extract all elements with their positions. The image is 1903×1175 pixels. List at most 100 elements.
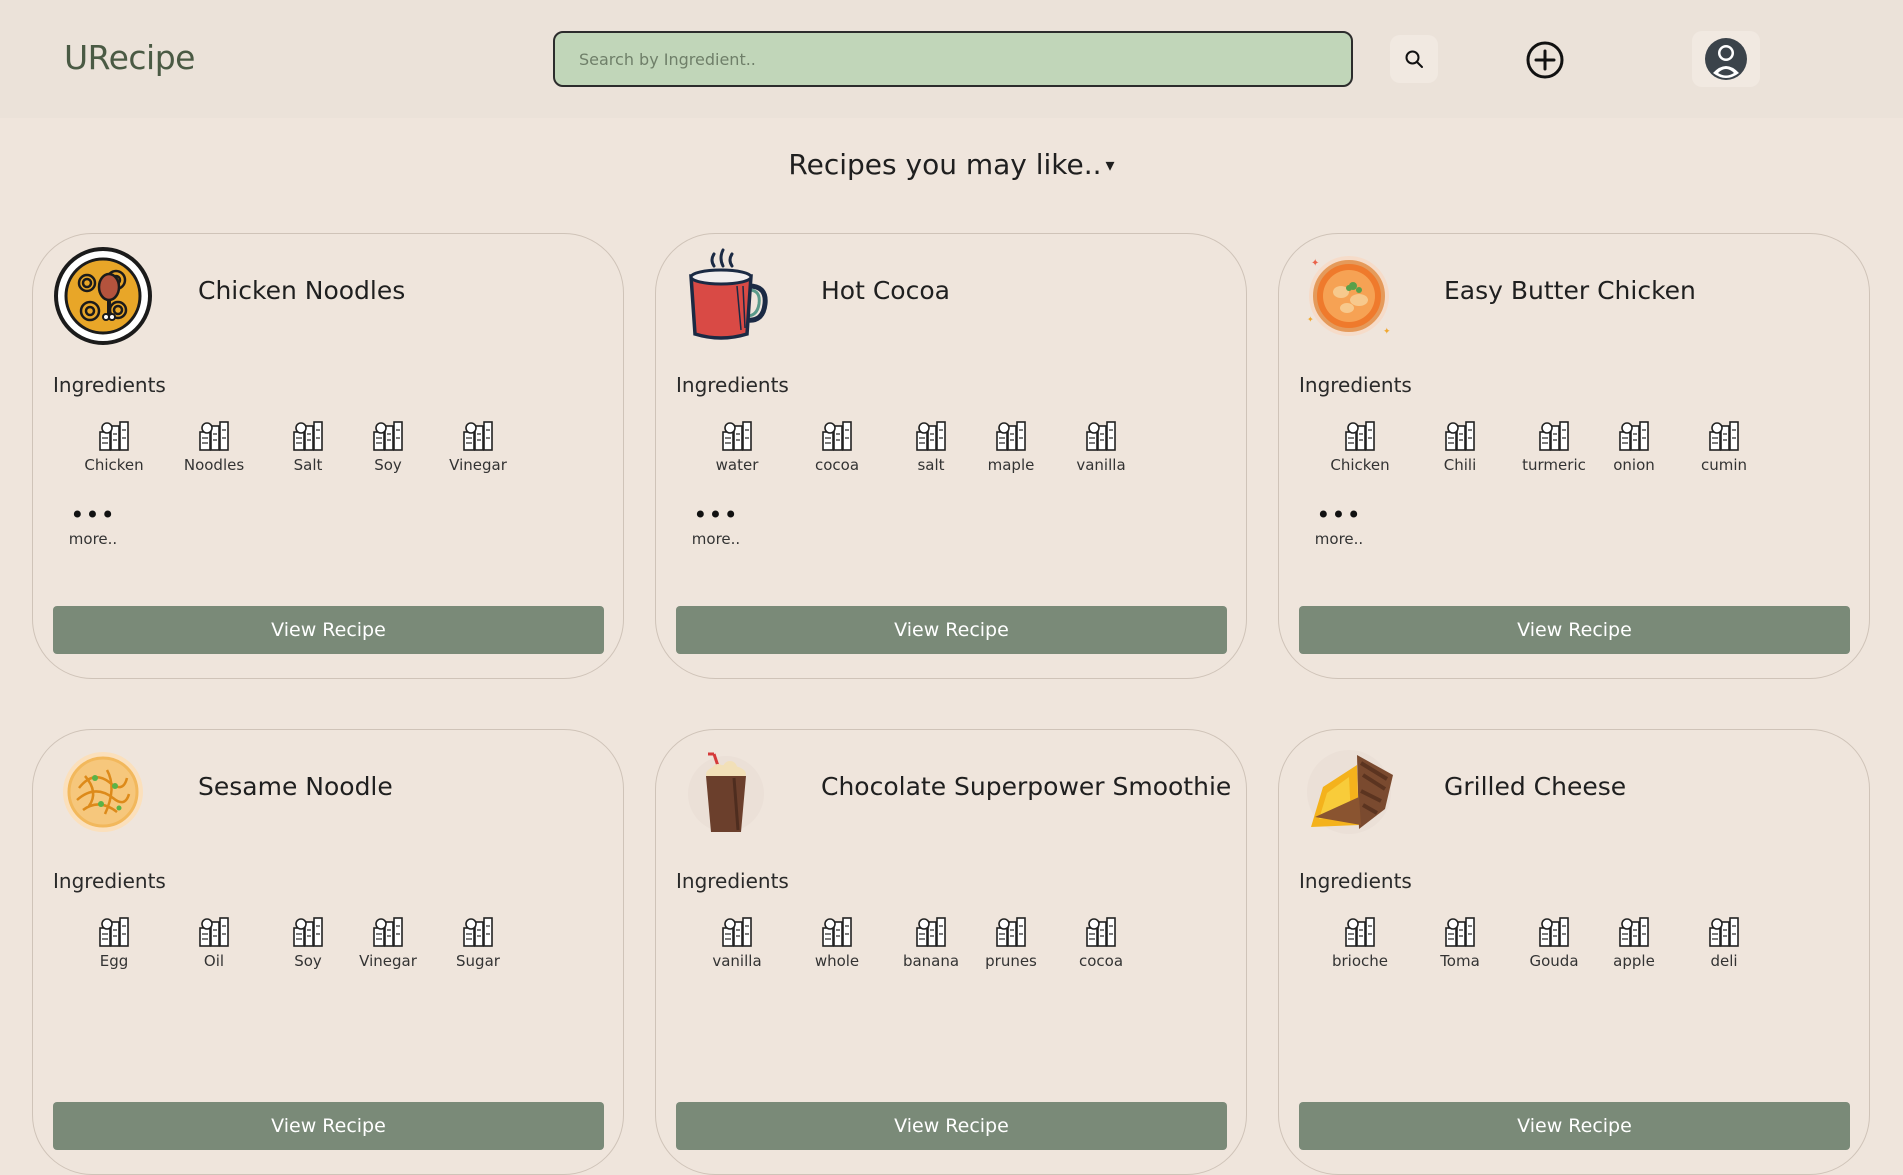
ingredient-item: vanilla <box>692 916 782 970</box>
search-button[interactable] <box>1390 35 1438 83</box>
ingredient-item: Toma <box>1415 916 1505 970</box>
recommendations-heading[interactable]: Recipes you may like.. ▾ <box>0 148 1903 181</box>
ingredients-label: Ingredients <box>676 373 789 397</box>
ingredient-jar-icon <box>263 916 353 948</box>
ingredient-list: vanilla whole banana prunes cocoa <box>676 916 1196 976</box>
ingredient-jar-icon <box>1086 421 1116 451</box>
recipe-card-3: ✦ ✦ ✦ Easy Butter Chicken Ingredients Chic… <box>1278 233 1870 679</box>
plus-circle-icon <box>1526 41 1564 79</box>
ellipsis-icon: ••• <box>693 501 739 529</box>
ingredient-jar-icon <box>1056 420 1146 452</box>
more-ingredients[interactable]: ••• more.. <box>53 503 133 548</box>
ingredient-item: salt <box>886 420 976 474</box>
recipe-title: Chicken Noodles <box>198 276 406 305</box>
ingredient-item: cocoa <box>1056 916 1146 970</box>
smoothie-cup-icon <box>676 742 776 842</box>
ingredient-name: Toma <box>1440 952 1480 970</box>
app-logo[interactable]: URecipe <box>64 38 195 77</box>
ingredient-item: water <box>692 420 782 474</box>
heading-text: Recipes you may like.. <box>788 148 1102 181</box>
ingredient-jar-icon <box>69 420 159 452</box>
ingredient-name: brioche <box>1331 952 1388 970</box>
ingredient-item: cumin <box>1679 420 1769 474</box>
ingredient-jar-icon <box>1539 917 1569 947</box>
ingredient-item: Vinegar <box>343 916 433 970</box>
ingredient-jar-icon <box>1589 420 1679 452</box>
profile-button[interactable] <box>1692 31 1760 87</box>
ingredient-jar-icon <box>1415 916 1505 948</box>
more-label: more.. <box>1314 530 1364 548</box>
ingredient-name: Chicken <box>84 456 144 474</box>
ingredient-list: water cocoa salt maple vanilla <box>676 420 1196 480</box>
ingredient-name: deli <box>1710 952 1738 970</box>
ingredient-jar-icon <box>886 916 976 948</box>
search-icon <box>1405 50 1423 68</box>
ingredient-name: Soy <box>294 952 322 970</box>
ingredient-jar-icon <box>373 917 403 947</box>
search-input[interactable] <box>553 31 1353 87</box>
ingredient-name: Vinegar <box>359 952 417 970</box>
ingredient-jar-icon <box>343 420 433 452</box>
ingredient-jar-icon <box>199 917 229 947</box>
ingredient-jar-icon <box>1619 421 1649 451</box>
recipe-title: Easy Butter Chicken <box>1444 276 1696 305</box>
recipe-title: Grilled Cheese <box>1444 772 1627 801</box>
ingredient-name: prunes <box>985 952 1037 970</box>
ingredient-jar-icon <box>886 420 976 452</box>
ingredient-name: vanilla <box>712 952 762 970</box>
view-recipe-button[interactable]: View Recipe <box>676 1102 1227 1150</box>
ingredient-jar-icon <box>169 916 259 948</box>
ingredient-jar-icon <box>433 916 523 948</box>
ingredient-jar-icon <box>1445 917 1475 947</box>
recipe-title: Chocolate Superpower Smoothie <box>821 772 1232 801</box>
more-label: more.. <box>68 530 118 548</box>
view-recipe-button[interactable]: View Recipe <box>53 1102 604 1150</box>
ingredient-item: whole <box>792 916 882 970</box>
ingredient-name: Salt <box>293 456 323 474</box>
ingredient-jar-icon <box>433 420 523 452</box>
ingredient-jar-icon <box>99 421 129 451</box>
ingredient-jar-icon <box>692 420 782 452</box>
ingredient-name: turmeric <box>1522 456 1586 474</box>
more-ingredients[interactable]: ••• more.. <box>1299 503 1379 548</box>
ingredient-list: Chicken Noodles Salt Soy Vinegar <box>53 420 573 480</box>
view-recipe-button[interactable]: View Recipe <box>676 606 1227 654</box>
ingredient-name: whole <box>814 952 860 970</box>
ingredient-name: Chicken <box>1330 456 1390 474</box>
svg-text:✦: ✦ <box>1383 327 1391 337</box>
ingredient-item: Vinegar <box>433 420 523 474</box>
ingredient-item: maple <box>966 420 1056 474</box>
view-recipe-button[interactable]: View Recipe <box>1299 1102 1850 1150</box>
ingredient-jar-icon <box>692 916 782 948</box>
ingredient-name: Gouda <box>1529 952 1579 970</box>
ingredient-name: water <box>715 456 759 474</box>
ingredients-label: Ingredients <box>1299 869 1412 893</box>
view-recipe-button[interactable]: View Recipe <box>1299 606 1850 654</box>
ingredient-jar-icon <box>1445 421 1475 451</box>
ingredient-name: banana <box>902 952 960 970</box>
svg-text:✦: ✦ <box>1311 258 1319 269</box>
ingredient-item: Chili <box>1415 420 1505 474</box>
ingredient-name: Vinegar <box>449 456 507 474</box>
ingredient-jar-icon <box>822 917 852 947</box>
more-ingredients[interactable]: ••• more.. <box>676 501 756 548</box>
ingredient-item: Chicken <box>1315 420 1405 474</box>
ingredient-list: Egg Oil Soy Vinegar Sugar <box>53 916 573 976</box>
recipe-card-1: Chicken Noodles Ingredients Chicken Noodl… <box>32 233 624 679</box>
ingredient-jar-icon <box>792 916 882 948</box>
ingredient-item: Egg <box>69 916 159 970</box>
view-recipe-button[interactable]: View Recipe <box>53 606 604 654</box>
top-bar: URecipe <box>0 0 1903 118</box>
ingredient-item: Salt <box>263 420 353 474</box>
ingredient-jar-icon <box>792 420 882 452</box>
ingredient-jar-icon <box>293 917 323 947</box>
add-recipe-button[interactable] <box>1522 37 1568 83</box>
ingredient-jar-icon <box>1679 916 1769 948</box>
ingredient-item: Chicken <box>69 420 159 474</box>
ingredient-jar-icon <box>1086 917 1116 947</box>
ingredient-jar-icon <box>99 917 129 947</box>
ingredient-item: brioche <box>1315 916 1405 970</box>
ingredient-name: cumin <box>1700 456 1748 474</box>
ingredient-jar-icon <box>463 421 493 451</box>
more-label: more.. <box>691 530 741 548</box>
